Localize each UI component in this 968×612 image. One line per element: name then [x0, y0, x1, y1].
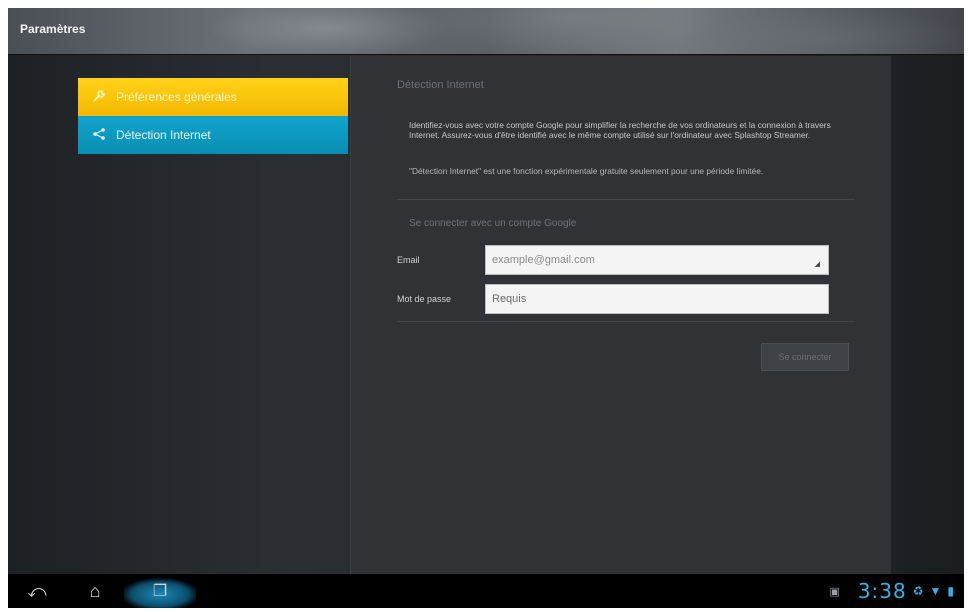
dropdown-caret-icon: ◢: [814, 261, 820, 268]
status-area[interactable]: ▣ 3:38 ♻ ▼ ▮: [829, 574, 954, 608]
menu-item-label: Détection Internet: [116, 128, 211, 142]
email-value: example@gmail.com: [492, 254, 595, 266]
back-button[interactable]: ⤺: [22, 574, 52, 608]
home-button[interactable]: ⌂: [80, 574, 110, 608]
recent-apps-button[interactable]: ❐: [124, 574, 196, 608]
menu-item-internet-detection[interactable]: Détection Internet: [78, 116, 348, 154]
wifi-icon: ▼: [929, 584, 942, 598]
divider: [397, 321, 855, 322]
email-label: Email: [397, 255, 420, 265]
system-navigation-bar: ⤺ ⌂ ❐ ▣ 3:38 ♻ ▼ ▮: [8, 574, 964, 608]
share-icon: [88, 127, 110, 144]
tablet-screen: Paramètres Préférences générales Détecti…: [8, 8, 964, 608]
login-button[interactable]: Se connecter: [761, 343, 849, 371]
screenshot-icon: ▣: [829, 585, 840, 598]
battery-icon: ▮: [947, 584, 954, 598]
settings-panel: Détection Internet Identifiez-vous avec …: [350, 56, 891, 574]
menu-item-label: Préférences générales: [116, 90, 237, 104]
email-field[interactable]: example@gmail.com ◢: [485, 245, 829, 275]
password-placeholder: Requis: [492, 293, 527, 305]
wrench-icon: [88, 89, 110, 106]
panel-header: Détection Internet: [397, 79, 484, 91]
section-title: Se connecter avec un compte Google: [409, 218, 577, 229]
home-icon: ⌂: [89, 580, 101, 601]
password-label: Mot de passe: [397, 294, 452, 304]
title-bar: Paramètres: [8, 8, 964, 55]
divider: [397, 199, 855, 200]
description-text: Identifiez-vous avec votre compte Google…: [409, 120, 831, 140]
menu-item-general-preferences[interactable]: Préférences générales: [78, 78, 348, 116]
back-icon: ⤺: [27, 580, 47, 601]
app-title: Paramètres: [20, 22, 86, 36]
note-text: "Détection Internet" est une fonction ex…: [409, 166, 764, 176]
clock: 3:38: [857, 579, 907, 603]
recent-apps-icon: ❐: [152, 583, 168, 600]
password-field[interactable]: Requis: [485, 284, 829, 314]
sync-icon: ♻: [912, 584, 924, 598]
